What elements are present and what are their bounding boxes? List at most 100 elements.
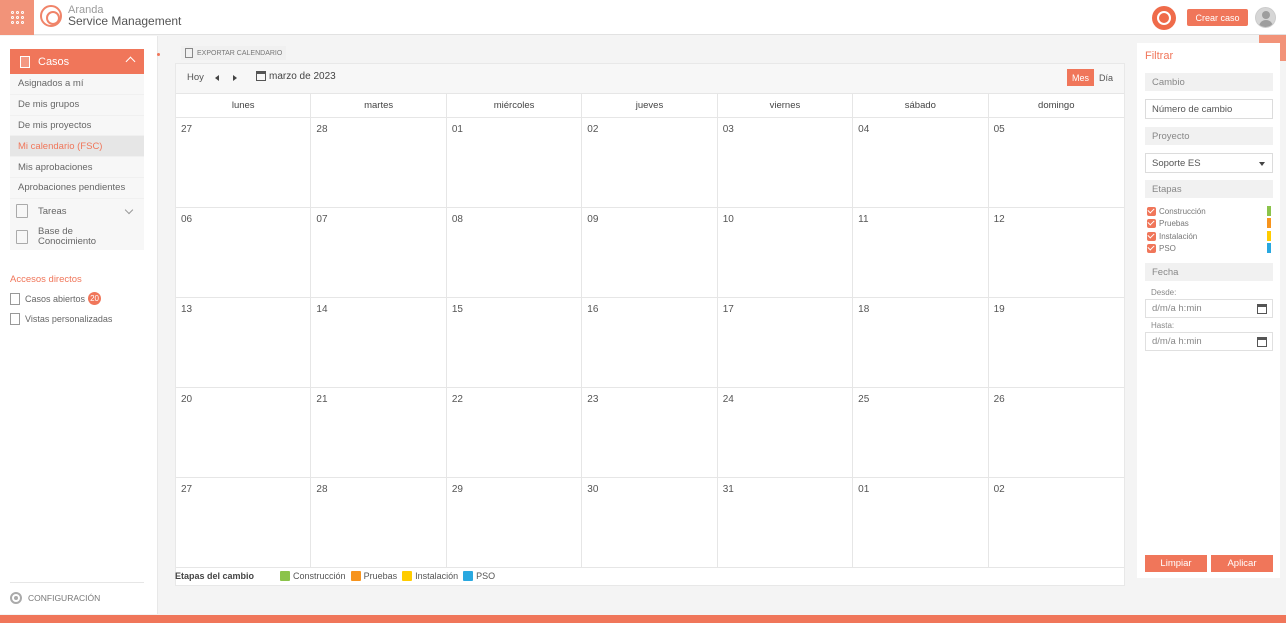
export-icon xyxy=(185,48,193,58)
sidebar-item-tareas[interactable]: Tareas xyxy=(10,198,144,224)
day-cell[interactable]: 21 xyxy=(311,388,447,477)
collapse-indicator[interactable] xyxy=(157,53,160,56)
day-cell[interactable]: 14 xyxy=(311,298,447,387)
day-cell[interactable]: 26 xyxy=(989,388,1124,477)
day-cell[interactable]: 27 xyxy=(176,118,312,207)
divider xyxy=(10,582,144,583)
shortcut-label: Vistas personalizadas xyxy=(25,314,113,324)
to-label: Hasta: xyxy=(1151,321,1175,330)
footer-bar xyxy=(0,615,1286,623)
day-cell[interactable]: 07 xyxy=(311,208,447,297)
sidebar-item-mis-aprobaciones[interactable]: Mis aprobaciones xyxy=(10,157,144,178)
sidebar-item-mis-proyectos[interactable]: De mis proyectos xyxy=(10,115,144,137)
day-cell[interactable]: 15 xyxy=(447,298,583,387)
apps-menu-icon[interactable] xyxy=(0,0,34,35)
sidebar-item-label: Conocimiento xyxy=(38,235,97,247)
day-cell[interactable]: 23 xyxy=(582,388,718,477)
day-cell[interactable]: 16 xyxy=(582,298,718,387)
day-cell[interactable]: 19 xyxy=(989,298,1124,387)
shortcut-label: Casos abiertos xyxy=(25,293,86,304)
day-cell[interactable]: 11 xyxy=(853,208,989,297)
month-view-button[interactable]: Mes xyxy=(1066,69,1094,86)
export-calendar-button[interactable]: EXPORTAR CALENDARIO xyxy=(181,46,287,60)
legend-item: Instalación xyxy=(402,571,458,581)
user-avatar[interactable] xyxy=(1255,7,1276,28)
day-cell[interactable]: 22 xyxy=(447,388,583,477)
shortcuts-title: Accesos directos xyxy=(10,274,82,285)
stage-label: Instalación xyxy=(1159,231,1198,241)
apply-button[interactable]: Aplicar xyxy=(1211,555,1273,572)
sidebar-item-base-conocimiento[interactable]: Base de Conocimiento xyxy=(10,223,144,250)
sidebar-item-aprobaciones-pendientes[interactable]: Aprobaciones pendientes xyxy=(10,177,144,199)
sidebar: Casos Asignados a mí De mis grupos De mi… xyxy=(0,36,158,614)
clear-button[interactable]: Limpiar xyxy=(1145,555,1207,572)
next-month-icon[interactable] xyxy=(233,75,237,81)
week-row: 13 14 15 16 17 18 19 xyxy=(176,298,1124,388)
configuration-link[interactable]: CONFIGURACIÓN xyxy=(10,592,100,604)
checkbox-checked-icon[interactable] xyxy=(1147,231,1156,241)
stage-checkbox-construccion[interactable]: Construcción xyxy=(1147,205,1271,217)
day-cell[interactable]: 24 xyxy=(718,388,854,477)
sidebar-section-casos[interactable]: Casos xyxy=(10,49,144,74)
legend-title: Etapas del cambio xyxy=(175,571,255,581)
day-cell[interactable]: 08 xyxy=(447,208,583,297)
change-number-field[interactable]: Número de cambio xyxy=(1145,99,1273,119)
to-date-field[interactable]: d/m/a h:min xyxy=(1145,332,1273,351)
day-cell[interactable]: 13 xyxy=(176,298,312,387)
shortcut-casos-abiertos[interactable]: Casos abiertos 20 xyxy=(10,292,102,305)
day-cell[interactable]: 30 xyxy=(582,478,718,567)
day-cell[interactable]: 12 xyxy=(989,208,1124,297)
project-select[interactable]: Soporte ES xyxy=(1145,153,1273,173)
legend-swatch xyxy=(463,571,474,581)
filter-title: Filtrar xyxy=(1145,50,1174,62)
sidebar-item-mi-calendario[interactable]: Mi calendario (FSC) xyxy=(10,136,144,158)
day-cell[interactable]: 20 xyxy=(176,388,312,477)
stage-label: Construcción xyxy=(1159,206,1206,216)
day-cell[interactable]: 28 xyxy=(311,118,447,207)
stage-checkbox-instalacion[interactable]: Instalación xyxy=(1147,230,1271,242)
support-headset-icon[interactable] xyxy=(1152,6,1176,30)
day-cell[interactable]: 02 xyxy=(989,478,1124,567)
day-cell[interactable]: 18 xyxy=(853,298,989,387)
cases-icon xyxy=(20,55,30,68)
day-cell[interactable]: 17 xyxy=(718,298,854,387)
day-view-button[interactable]: Día xyxy=(1094,69,1118,86)
calendar-icon[interactable] xyxy=(256,71,266,81)
sidebar-item-mis-grupos[interactable]: De mis grupos xyxy=(10,94,144,116)
create-case-button[interactable]: Crear caso xyxy=(1187,9,1248,26)
checkbox-checked-icon[interactable] xyxy=(1147,243,1156,253)
day-cell[interactable]: 01 xyxy=(853,478,989,567)
day-cell[interactable]: 06 xyxy=(176,208,312,297)
day-cell[interactable]: 03 xyxy=(718,118,854,207)
day-cell[interactable]: 01 xyxy=(447,118,583,207)
tasks-icon xyxy=(16,204,28,219)
weekday-header: viernes xyxy=(718,94,854,117)
day-cell[interactable]: 31 xyxy=(718,478,854,567)
stage-checkbox-pruebas[interactable]: Pruebas xyxy=(1147,217,1271,229)
day-cell[interactable]: 02 xyxy=(582,118,718,207)
stage-checkbox-pso[interactable]: PSO xyxy=(1147,242,1271,254)
previous-month-icon[interactable] xyxy=(215,75,219,81)
gear-icon xyxy=(10,592,22,604)
app-logo[interactable]: Aranda Service Management xyxy=(40,5,181,27)
day-cell[interactable]: 04 xyxy=(853,118,989,207)
day-cell[interactable]: 05 xyxy=(989,118,1124,207)
custom-views-icon xyxy=(10,313,20,325)
day-cell[interactable]: 10 xyxy=(718,208,854,297)
weekday-header: jueves xyxy=(582,94,718,117)
day-cell[interactable]: 28 xyxy=(311,478,447,567)
calendar-icon[interactable] xyxy=(1257,304,1267,314)
day-cell[interactable]: 29 xyxy=(447,478,583,567)
day-cell[interactable]: 25 xyxy=(853,388,989,477)
calendar-icon[interactable] xyxy=(1257,337,1267,347)
chevron-up-icon xyxy=(125,56,136,67)
sidebar-item-asignados[interactable]: Asignados a mí xyxy=(10,74,144,95)
day-cell[interactable]: 27 xyxy=(176,478,312,567)
from-date-field[interactable]: d/m/a h:min xyxy=(1145,299,1273,318)
shortcut-vistas-personalizadas[interactable]: Vistas personalizadas xyxy=(10,313,112,325)
checkbox-checked-icon[interactable] xyxy=(1147,206,1156,216)
day-cell[interactable]: 09 xyxy=(582,208,718,297)
legend-item: Pruebas xyxy=(350,571,397,581)
today-button[interactable]: Hoy xyxy=(187,72,204,83)
checkbox-checked-icon[interactable] xyxy=(1147,218,1156,228)
